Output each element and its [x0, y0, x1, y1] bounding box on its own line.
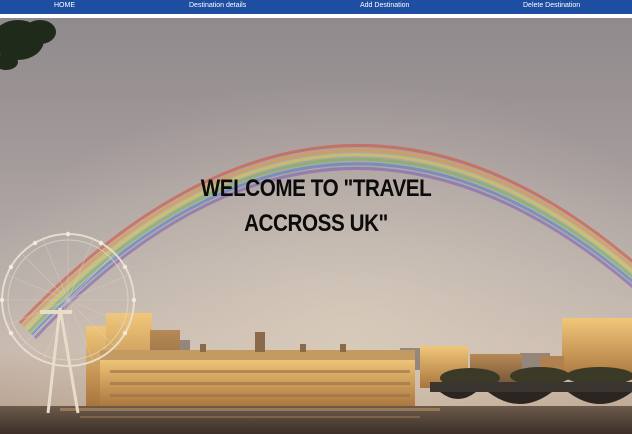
nav-link-destination-details[interactable]: Destination details: [189, 1, 246, 13]
welcome-heading: WELCOME TO "TRAVEL ACCROSS UK": [44, 171, 588, 241]
hero-banner: WELCOME TO "TRAVEL ACCROSS UK": [0, 18, 632, 434]
top-navigation-bar: HOME Destination details Add Destination…: [0, 0, 632, 14]
nav-link-home[interactable]: HOME: [54, 1, 75, 13]
nav-link-add-destination[interactable]: Add Destination: [360, 1, 409, 13]
page: HOME Destination details Add Destination…: [0, 0, 632, 434]
welcome-heading-line-2: ACCROSS UK": [244, 210, 388, 238]
welcome-heading-line-1: WELCOME TO "TRAVEL: [200, 175, 432, 203]
nav-link-delete-destination[interactable]: Delete Destination: [523, 1, 580, 13]
